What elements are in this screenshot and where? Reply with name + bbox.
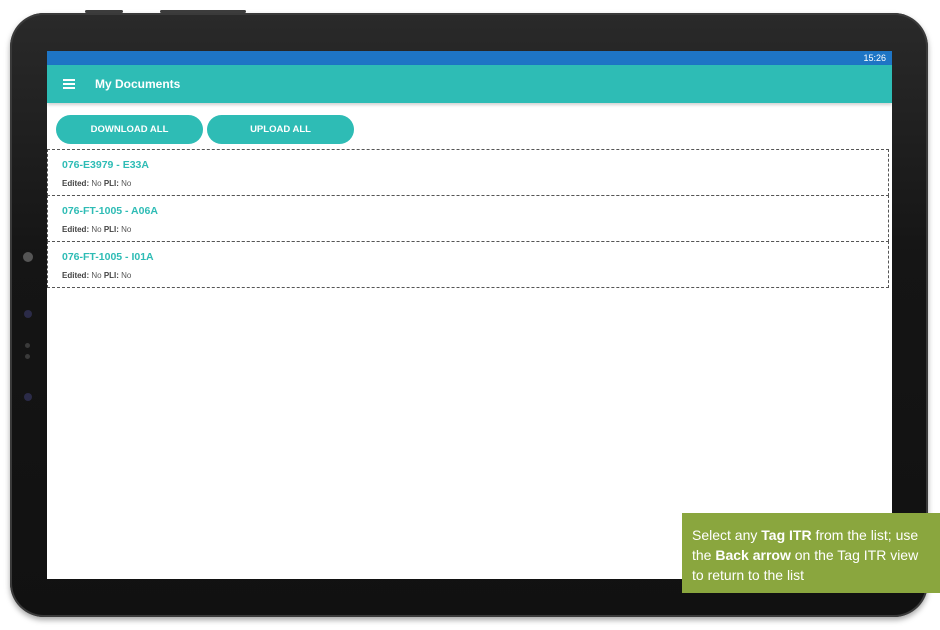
sensor-icon <box>25 343 30 348</box>
pli-value: No <box>121 271 132 280</box>
volume-button <box>85 10 123 13</box>
edited-value: No <box>91 179 102 188</box>
power-button <box>160 10 246 13</box>
page-title: My Documents <box>95 77 181 91</box>
document-meta: Edited: No PLI: No <box>62 179 888 188</box>
edited-label: Edited: <box>62 225 90 234</box>
document-meta: Edited: No PLI: No <box>62 225 888 234</box>
edited-value: No <box>91 271 102 280</box>
pli-value: No <box>121 179 132 188</box>
document-meta: Edited: No PLI: No <box>62 271 888 280</box>
document-list: 076-E3979 - E33A Edited: No PLI: No 076-… <box>47 149 892 288</box>
edited-value: No <box>91 225 102 234</box>
pli-label: PLI: <box>103 225 119 234</box>
callout-emphasis-back-arrow: Back arrow <box>715 547 791 563</box>
app-screen: 15:26 My Documents DOWNLOAD ALL UPLOAD A… <box>47 51 892 579</box>
edited-label: Edited: <box>62 271 90 280</box>
document-title[interactable]: 076-FT-1005 - A06A <box>62 205 888 220</box>
document-list-item[interactable]: 076-FT-1005 - A06A Edited: No PLI: No <box>47 195 889 242</box>
pli-label: PLI: <box>103 271 119 280</box>
document-title[interactable]: 076-FT-1005 - I01A <box>62 251 888 266</box>
pli-value: No <box>121 225 132 234</box>
instruction-callout: Select any Tag ITR from the list; use th… <box>682 513 940 593</box>
sensor-icon <box>24 393 32 401</box>
hamburger-menu-icon[interactable] <box>63 77 75 91</box>
status-bar: 15:26 <box>47 51 892 65</box>
edited-label: Edited: <box>62 179 90 188</box>
action-bar: DOWNLOAD ALL UPLOAD ALL <box>47 103 892 144</box>
sensor-icon <box>25 354 30 359</box>
document-title[interactable]: 076-E3979 - E33A <box>62 159 888 174</box>
download-all-button[interactable]: DOWNLOAD ALL <box>56 115 203 144</box>
document-list-item[interactable]: 076-E3979 - E33A Edited: No PLI: No <box>47 149 889 196</box>
front-camera-icon <box>23 252 33 262</box>
pli-label: PLI: <box>103 179 119 188</box>
sensor-icon <box>24 310 32 318</box>
document-list-item[interactable]: 076-FT-1005 - I01A Edited: No PLI: No <box>47 241 889 288</box>
app-bar: My Documents <box>47 65 892 103</box>
status-time: 15:26 <box>863 53 886 63</box>
upload-all-button[interactable]: UPLOAD ALL <box>207 115 354 144</box>
callout-emphasis-tag-itr: Tag ITR <box>761 527 812 543</box>
callout-text: Select any <box>692 527 762 543</box>
